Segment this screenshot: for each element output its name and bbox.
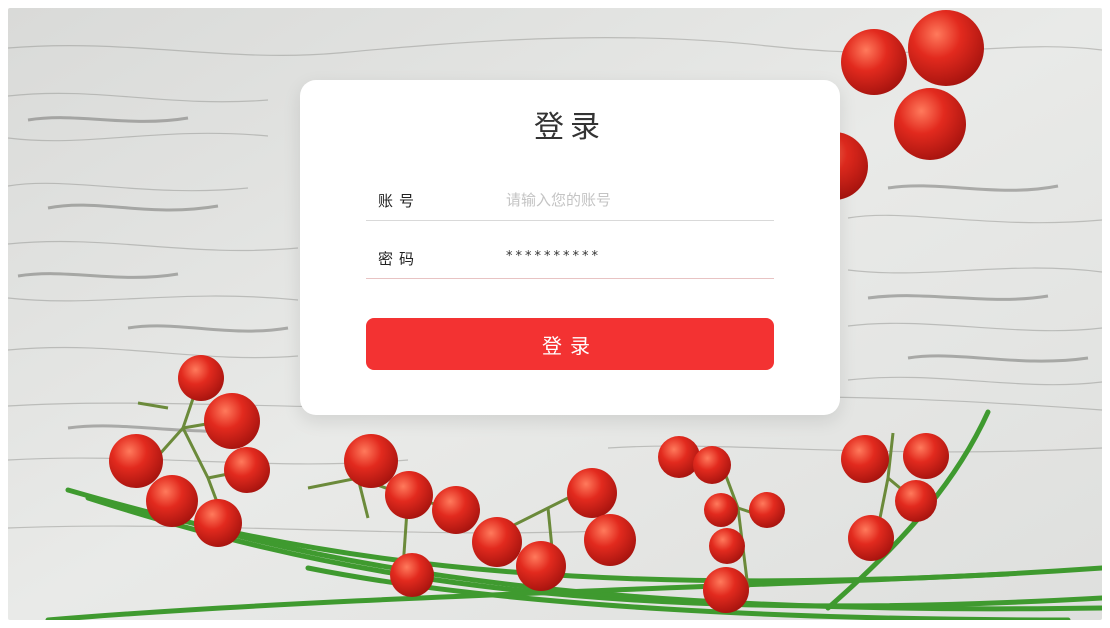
tomato: [704, 493, 738, 527]
account-label: 账号: [378, 192, 421, 210]
login-page-background: 登录 账号 密码 ********** 登录: [8, 8, 1102, 620]
tomato: [224, 447, 270, 493]
tomato: [109, 434, 163, 488]
tomato: [146, 475, 198, 527]
tomato: [567, 468, 617, 518]
tomato: [894, 88, 966, 160]
tomato: [709, 528, 745, 564]
tomato: [749, 492, 785, 528]
password-input[interactable]: **********: [506, 249, 601, 264]
tomato: [472, 517, 522, 567]
tomato: [516, 541, 566, 591]
tomato: [385, 471, 433, 519]
password-label: 密码: [378, 250, 421, 268]
tomato: [584, 514, 636, 566]
tomato: [841, 29, 907, 95]
tomato: [390, 553, 434, 597]
tomato: [848, 515, 894, 561]
tomato: [841, 435, 889, 483]
login-button[interactable]: 登录: [366, 318, 774, 370]
tomato: [344, 434, 398, 488]
tomato: [658, 436, 700, 478]
tomato: [432, 486, 480, 534]
password-field: 密码 **********: [366, 238, 774, 279]
tomato: [903, 433, 949, 479]
tomato: [908, 10, 984, 86]
tomato: [204, 393, 260, 449]
account-input[interactable]: [506, 186, 766, 214]
tomato: [693, 446, 731, 484]
tomato: [895, 480, 937, 522]
tomato: [194, 499, 242, 547]
tomato: [703, 567, 749, 613]
login-title: 登录: [534, 110, 606, 145]
tomato: [178, 355, 224, 401]
account-field: 账号: [366, 180, 774, 221]
login-card: 登录 账号 密码 ********** 登录: [300, 80, 840, 415]
